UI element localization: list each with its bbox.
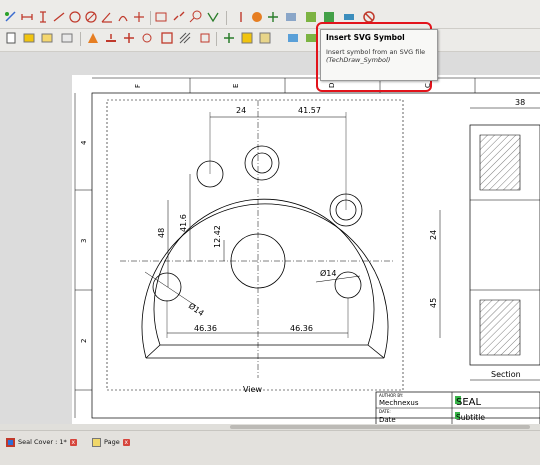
diameter-dimension-icon[interactable]: [84, 10, 98, 24]
template-page-icon[interactable]: [40, 31, 54, 45]
view-label: View: [243, 385, 262, 394]
geometric-hatch-icon[interactable]: [198, 31, 212, 45]
balloon-icon[interactable]: [188, 10, 202, 24]
date-caption: DATE:: [379, 409, 391, 414]
tab-label: Page: [104, 438, 120, 446]
tab-seal-cover[interactable]: Seal Cover : 1* x: [6, 435, 77, 449]
dim-label[interactable]: Ø14: [320, 268, 336, 278]
dim-label[interactable]: 48: [157, 228, 166, 238]
zone-letter-e: E: [232, 84, 240, 88]
dim-label[interactable]: 41.57: [298, 106, 321, 115]
author-caption: AUTHOR BY:: [379, 393, 403, 398]
close-icon[interactable]: x: [69, 438, 77, 446]
radius-dimension-icon[interactable]: [68, 10, 82, 24]
hatch-icon[interactable]: [178, 31, 192, 45]
page-icon: [92, 437, 101, 447]
new-page-icon[interactable]: [4, 31, 18, 45]
symbol-icon[interactable]: [222, 31, 236, 45]
zone-letter-f: F: [134, 84, 142, 88]
three-point-angle-icon[interactable]: [116, 10, 130, 24]
angle-dimension-icon[interactable]: [100, 10, 114, 24]
zone-number-3: 3: [80, 239, 88, 243]
tab-label: Seal Cover : 1*: [18, 438, 67, 446]
section-label: Section: [491, 370, 521, 379]
author-value[interactable]: Mechnexus: [379, 399, 419, 407]
dim-label[interactable]: 12.42: [213, 225, 222, 248]
detail-view-icon[interactable]: [140, 31, 154, 45]
redraw-page-icon[interactable]: [60, 31, 74, 45]
arch-section-icon[interactable]: [304, 10, 318, 24]
centerline-icon[interactable]: [240, 31, 254, 45]
tab-page[interactable]: Page x: [92, 435, 130, 449]
view-icon[interactable]: [86, 31, 100, 45]
annotation-icon[interactable]: [206, 10, 220, 24]
zone-number-2: 2: [80, 339, 88, 343]
date-value[interactable]: Date: [379, 416, 396, 424]
drawing-page-view[interactable]: 24 41.57 48 41.6 12.42 24 Ø14 Ø14 45 46.…: [0, 52, 540, 428]
tooltip-command: (TechDraw_Symbol): [326, 56, 391, 64]
title-value[interactable]: SEAL: [456, 397, 482, 408]
dim-label[interactable]: 46.36: [290, 324, 313, 333]
cosmetic-vertex-icon[interactable]: [266, 10, 280, 24]
vertical-dimension-icon[interactable]: [36, 10, 50, 24]
subtitle-value[interactable]: Subtitle: [456, 413, 485, 422]
document-tab-bar: Seal Cover : 1* x Page x: [0, 430, 540, 465]
scrollbar-thumb[interactable]: [230, 425, 530, 429]
tooltip-insert-svg-symbol: Insert SVG Symbol Insert symbol from an …: [320, 29, 438, 81]
sketch-icon[interactable]: [4, 10, 18, 24]
tooltip-title: Insert SVG Symbol: [326, 33, 405, 42]
projection-group-icon[interactable]: [122, 31, 136, 45]
export-dxf-icon[interactable]: [258, 31, 272, 45]
section-view-icon[interactable]: [104, 31, 118, 45]
zone-number-4: 4: [80, 140, 88, 145]
link-dimension-icon[interactable]: [172, 10, 186, 24]
horizontal-dimension-icon[interactable]: [20, 10, 34, 24]
clip-group-icon[interactable]: [160, 31, 174, 45]
techdraw-toolbar-row-2: [0, 29, 540, 52]
close-icon[interactable]: x: [122, 438, 130, 446]
default-page-icon[interactable]: [22, 31, 36, 45]
dim-label[interactable]: 24: [236, 106, 246, 115]
dim-label[interactable]: 24: [429, 230, 438, 240]
richtext-annotation-icon[interactable]: [250, 10, 264, 24]
length-dimension-icon[interactable]: [52, 10, 66, 24]
dim-label[interactable]: 38: [515, 98, 525, 107]
drawing-sheet: 24 41.57 48 41.6 12.42 24 Ø14 Ø14 45 46.…: [0, 52, 540, 428]
freecad-document-icon: [6, 437, 15, 447]
tooltip-description: Insert symbol from an SVG file: [326, 48, 426, 56]
extent-dimension-icon[interactable]: [154, 10, 168, 24]
active-view-icon[interactable]: [286, 31, 300, 45]
dim-label[interactable]: 46.36: [194, 324, 217, 333]
image-icon[interactable]: [284, 10, 298, 24]
techdraw-toolbar-row-1: [0, 8, 540, 29]
dim-label[interactable]: 41.6: [179, 214, 188, 232]
leader-line-icon[interactable]: [234, 10, 248, 24]
dim-label[interactable]: 45: [429, 298, 438, 308]
landmark-dimension-icon[interactable]: [132, 10, 146, 24]
